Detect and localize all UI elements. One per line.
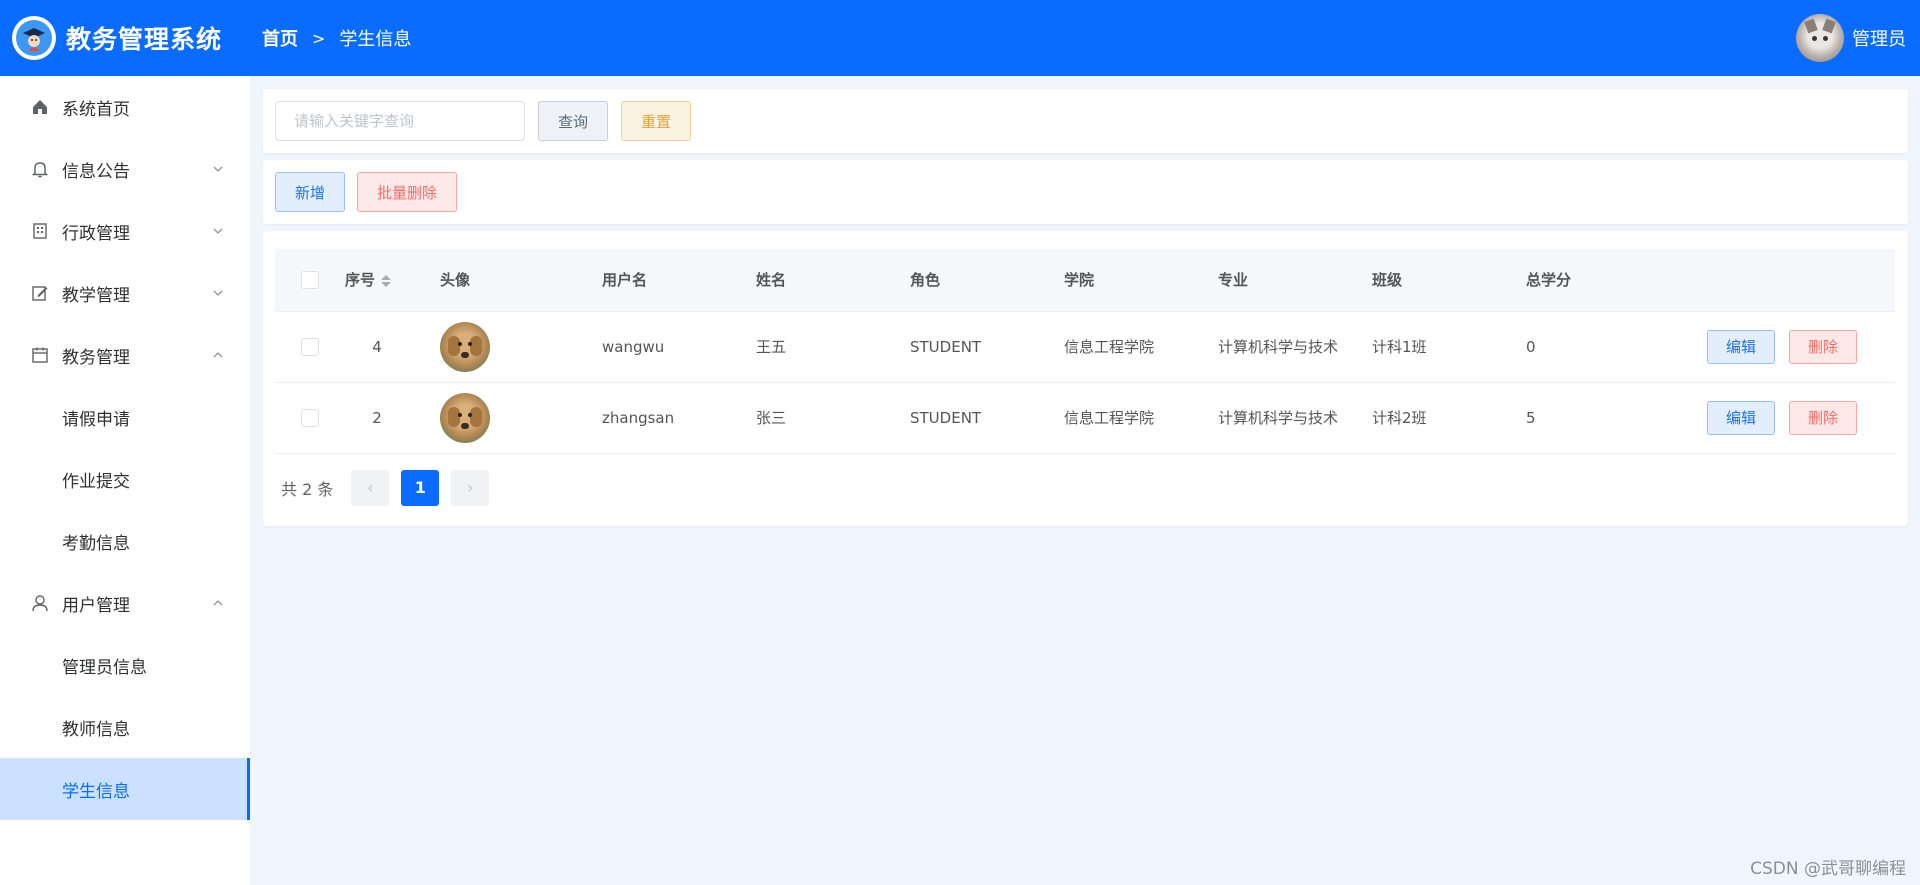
bell-icon [30, 159, 50, 179]
table-panel: 序号 头像 用户名 姓名 角色 学院 专业 班级 总学分 4 wangwu 王五… [263, 231, 1908, 526]
add-button[interactable]: 新增 [275, 172, 345, 212]
edit-button[interactable]: 编辑 [1707, 400, 1775, 435]
cell-id: 4 [372, 337, 382, 356]
cell-college: 信息工程学院 [1064, 338, 1155, 356]
chevron-down-icon [213, 290, 223, 296]
row-checkbox[interactable] [301, 337, 319, 356]
sidebar-item-label: 教务管理 [62, 347, 130, 368]
column-header-avatar: 头像 [440, 271, 471, 290]
column-header-class: 班级 [1372, 271, 1403, 290]
column-header-college: 学院 [1064, 271, 1095, 290]
user-icon [30, 593, 50, 613]
reset-button[interactable]: 重置 [621, 101, 691, 141]
calendar-icon [30, 345, 50, 365]
toolbar-panel: 新增 批量删除 [263, 160, 1908, 224]
cell-class: 计科2班 [1372, 409, 1427, 427]
table-header-row: 序号 头像 用户名 姓名 角色 学院 专业 班级 总学分 [275, 249, 1895, 311]
row-checkbox[interactable] [301, 408, 319, 427]
sidebar-item-label: 行政管理 [62, 223, 130, 244]
sidebar-item-administration[interactable]: 行政管理 [0, 200, 250, 262]
table-row: 4 wangwu 王五 STUDENT 信息工程学院 计算机科学与技术 计科1班… [275, 311, 1895, 382]
chevron-down-icon [213, 228, 223, 234]
sidebar-item-student-info[interactable]: 学生信息 [0, 758, 250, 820]
cell-major: 计算机科学与技术 [1218, 338, 1339, 356]
chevron-up-icon [213, 352, 223, 358]
query-button[interactable]: 查询 [538, 101, 608, 141]
breadcrumb: 首页 > 学生信息 [262, 25, 411, 51]
sidebar-item-admin-info[interactable]: 管理员信息 [0, 634, 250, 696]
logo-icon [12, 16, 56, 60]
watermark: CSDN @武哥聊编程 [1750, 859, 1906, 879]
column-header-name: 姓名 [756, 271, 787, 290]
building-icon [30, 221, 50, 241]
sidebar-item-label: 教学管理 [62, 285, 130, 306]
cell-major: 计算机科学与技术 [1218, 409, 1339, 427]
cell-name: 张三 [756, 409, 787, 427]
cell-credits: 0 [1526, 337, 1536, 356]
student-table: 序号 头像 用户名 姓名 角色 学院 专业 班级 总学分 4 wangwu 王五… [275, 249, 1895, 454]
column-header-role: 角色 [910, 271, 941, 290]
cell-actions: 编辑 删除 [1681, 382, 1895, 453]
top-header: 教务管理系统 首页 > 学生信息 管理员 [0, 0, 1920, 76]
sidebar-item-label: 系统首页 [62, 99, 130, 120]
batch-delete-button[interactable]: 批量删除 [357, 172, 457, 212]
sidebar-item-homework[interactable]: 作业提交 [0, 448, 250, 510]
chevron-up-icon [213, 600, 223, 606]
cell-class: 计科1班 [1372, 338, 1427, 356]
table-row: 2 zhangsan 张三 STUDENT 信息工程学院 计算机科学与技术 计科… [275, 382, 1895, 453]
user-name[interactable]: 管理员 [1852, 25, 1906, 51]
sidebar-item-leave-request[interactable]: 请假申请 [0, 386, 250, 448]
column-header-major: 专业 [1218, 271, 1249, 290]
user-menu[interactable]: 管理员 [1796, 14, 1906, 62]
search-panel: 查询 重置 [263, 89, 1908, 153]
student-avatar[interactable] [440, 392, 490, 443]
delete-button[interactable]: 删除 [1789, 400, 1857, 435]
search-input[interactable] [275, 101, 525, 141]
home-icon [30, 97, 50, 117]
chevron-left-icon[interactable]: ‹ [351, 469, 390, 506]
chevron-right-icon[interactable]: › [451, 469, 490, 506]
pagination: 共 2 条 ‹ 1 › [275, 454, 1896, 522]
cell-role: STUDENT [910, 337, 982, 356]
cell-id: 2 [372, 408, 382, 427]
cell-credits: 5 [1526, 408, 1536, 427]
column-header-username: 用户名 [602, 271, 648, 290]
total-count: 共 2 条 [281, 479, 334, 499]
sidebar-item-home[interactable]: 系统首页 [0, 76, 250, 138]
app-title: 教务管理系统 [66, 25, 223, 54]
cell-name: 王五 [756, 338, 787, 356]
sort-icon[interactable] [381, 274, 392, 287]
chevron-down-icon [213, 166, 223, 172]
sidebar-item-label: 信息公告 [62, 161, 130, 182]
avatar[interactable] [1796, 14, 1844, 62]
page-number-current[interactable]: 1 [401, 469, 440, 506]
chevron-right-icon: > [312, 28, 326, 48]
cell-actions: 编辑 删除 [1681, 311, 1895, 382]
delete-button[interactable]: 删除 [1789, 329, 1857, 364]
column-header-id[interactable]: 序号 [345, 249, 440, 311]
breadcrumb-home[interactable]: 首页 [262, 25, 298, 51]
column-header-credits: 总学分 [1526, 271, 1572, 290]
cell-role: STUDENT [910, 408, 982, 427]
cell-username: wangwu [602, 337, 665, 356]
sidebar: 系统首页 信息公告 行政管理 教学管理 教务管理 请假申请 作业提交 考勤信息 [0, 76, 250, 885]
sidebar-item-announcements[interactable]: 信息公告 [0, 138, 250, 200]
cell-college: 信息工程学院 [1064, 409, 1155, 427]
sidebar-item-teacher-info[interactable]: 教师信息 [0, 696, 250, 758]
edit-button[interactable]: 编辑 [1707, 329, 1775, 364]
logo-area[interactable]: 教务管理系统 [0, 16, 250, 60]
select-all-checkbox[interactable] [301, 271, 319, 289]
cell-username: zhangsan [602, 408, 675, 427]
sidebar-item-label: 用户管理 [62, 595, 130, 616]
edit-icon [30, 283, 50, 303]
sidebar-item-academic[interactable]: 教务管理 [0, 324, 250, 386]
student-avatar[interactable] [440, 321, 490, 372]
sidebar-item-user-management[interactable]: 用户管理 [0, 572, 250, 634]
sidebar-item-teaching[interactable]: 教学管理 [0, 262, 250, 324]
sidebar-item-attendance[interactable]: 考勤信息 [0, 510, 250, 572]
breadcrumb-current: 学生信息 [339, 29, 412, 50]
